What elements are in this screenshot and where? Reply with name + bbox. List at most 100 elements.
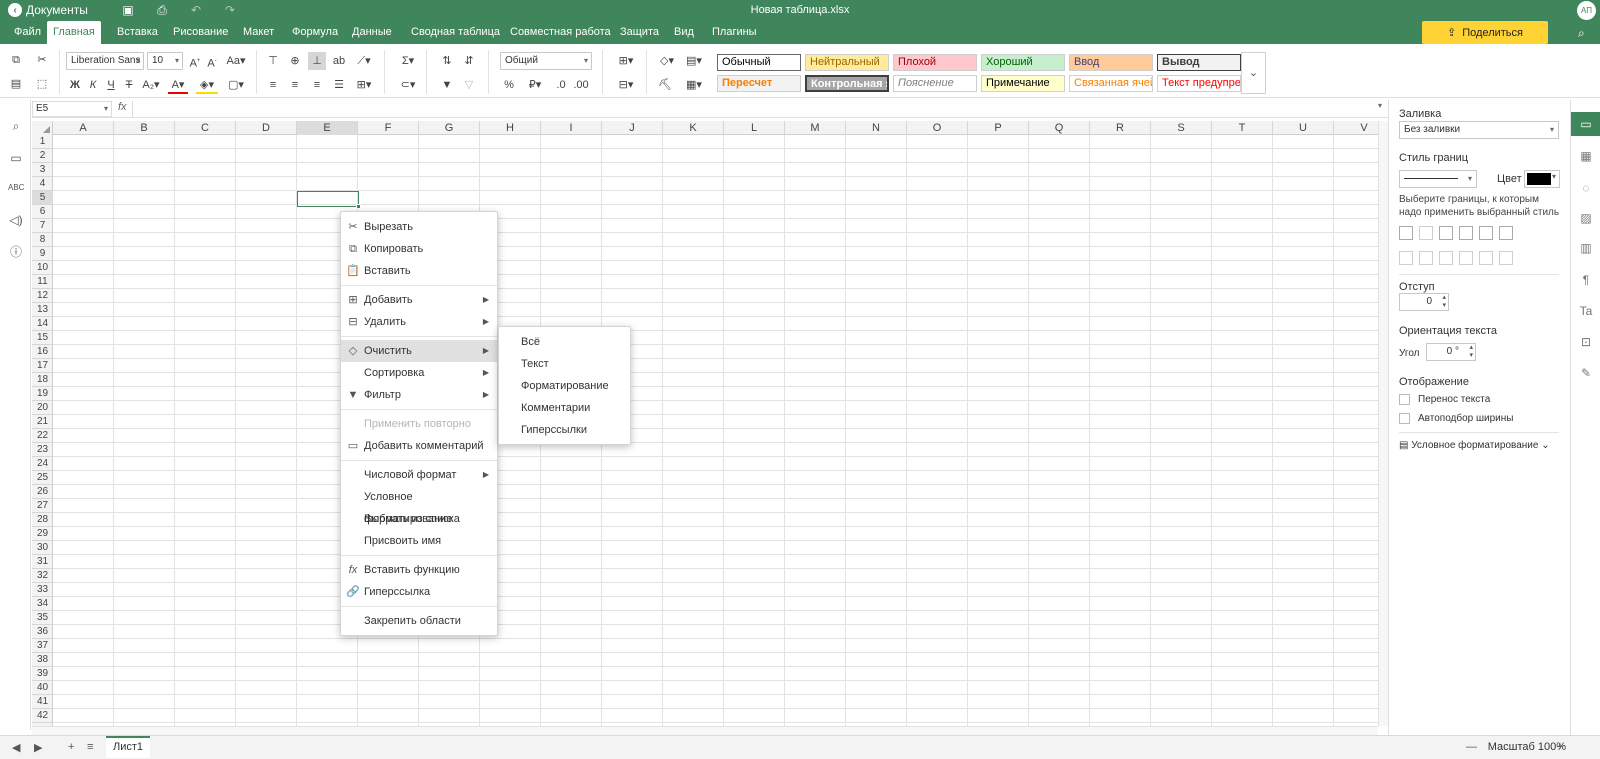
- search-icon[interactable]: ⌕: [8, 118, 24, 134]
- expand-formula-icon[interactable]: ▾: [1378, 101, 1382, 110]
- delete-cells-icon[interactable]: ⊟▾: [614, 76, 638, 94]
- row-header[interactable]: 2: [32, 149, 53, 163]
- row-header[interactable]: 21: [32, 415, 53, 429]
- row-header[interactable]: 24: [32, 457, 53, 471]
- chart-settings-icon[interactable]: ▥: [1578, 240, 1594, 256]
- column-header[interactable]: J: [602, 121, 663, 135]
- tab-6[interactable]: Данные: [346, 21, 398, 44]
- tab-3[interactable]: Рисование: [167, 21, 234, 44]
- autofit-checkbox[interactable]: [1399, 413, 1410, 424]
- context-menu-item[interactable]: Выбрать из списка: [341, 508, 497, 530]
- row-header[interactable]: 36: [32, 625, 53, 639]
- row-header[interactable]: 22: [32, 429, 53, 443]
- column-header[interactable]: H: [480, 121, 541, 135]
- next-sheet-icon[interactable]: ▶: [34, 741, 42, 754]
- context-menu-item[interactable]: ◇ Очистить ▶: [341, 340, 497, 362]
- select-all-corner[interactable]: [32, 121, 53, 135]
- tab-2[interactable]: Вставка: [111, 21, 164, 44]
- cell-style-2[interactable]: Плохой: [893, 54, 977, 71]
- submenu-item[interactable]: Комментарии: [499, 397, 630, 419]
- bold-button[interactable]: Ж: [66, 76, 84, 94]
- row-header[interactable]: 38: [32, 653, 53, 667]
- sort-descending-icon[interactable]: ⇵: [460, 52, 478, 70]
- tab-4[interactable]: Макет: [237, 21, 280, 44]
- cell-style-10[interactable]: Связанная ячей: [1069, 75, 1153, 92]
- row-header[interactable]: 4: [32, 177, 53, 191]
- row-header[interactable]: 30: [32, 541, 53, 555]
- column-header[interactable]: F: [358, 121, 419, 135]
- insert-function-icon[interactable]: fx: [118, 101, 127, 113]
- context-menu-item[interactable]: ⊟ Удалить ▶: [341, 311, 497, 333]
- column-header[interactable]: V: [1334, 121, 1380, 135]
- context-menu-item[interactable]: ✂ Вырезать: [341, 216, 497, 238]
- context-menu-item[interactable]: fx Вставить функцию: [341, 559, 497, 581]
- column-header[interactable]: K: [663, 121, 724, 135]
- row-header[interactable]: 9: [32, 247, 53, 261]
- feedback-icon[interactable]: ◁): [8, 212, 24, 228]
- increase-decimal-icon[interactable]: .00: [572, 76, 590, 94]
- context-menu-item[interactable]: 🔗 Гиперссылка: [341, 581, 497, 603]
- row-header[interactable]: 27: [32, 499, 53, 513]
- sort-ascending-icon[interactable]: ⇅: [438, 52, 456, 70]
- clear-icon[interactable]: ◇▾: [656, 52, 678, 70]
- align-right-icon[interactable]: ≡: [308, 76, 326, 94]
- context-menu-item[interactable]: ⧉ Копировать: [341, 238, 497, 260]
- avatar[interactable]: АП: [1577, 1, 1596, 20]
- wrap-text-checkbox[interactable]: [1399, 394, 1410, 405]
- column-header[interactable]: O: [907, 121, 968, 135]
- tab-7[interactable]: Сводная таблица: [405, 21, 506, 44]
- row-header[interactable]: 17: [32, 359, 53, 373]
- named-range-icon[interactable]: ⊂▾: [396, 76, 420, 94]
- redo-icon[interactable]: ↷: [222, 3, 238, 17]
- name-box[interactable]: E5 ▾: [32, 101, 112, 117]
- conditional-format-icon[interactable]: ▤▾: [682, 52, 706, 70]
- conditional-format-button[interactable]: ▤ Условное форматирование ⌄: [1399, 440, 1550, 451]
- submenu-item[interactable]: Текст: [499, 353, 630, 375]
- diagonal-down-icon[interactable]: [1499, 226, 1513, 240]
- text-art-icon[interactable]: Ta: [1578, 303, 1594, 319]
- shape-settings-icon[interactable]: ◌: [1578, 180, 1594, 196]
- fill-select[interactable]: Без заливки ▾: [1399, 121, 1559, 139]
- column-header[interactable]: L: [724, 121, 785, 135]
- merge-cells-icon[interactable]: ⊞▾: [352, 76, 376, 94]
- add-sheet-icon[interactable]: +: [68, 741, 74, 753]
- fill-color-icon[interactable]: ◈▾: [196, 76, 218, 94]
- row-header[interactable]: 8: [32, 233, 53, 247]
- row-header[interactable]: 37: [32, 639, 53, 653]
- context-menu-item[interactable]: ▭ Добавить комментарий: [341, 435, 497, 457]
- align-left-icon[interactable]: ≡: [264, 76, 282, 94]
- column-header[interactable]: D: [236, 121, 297, 135]
- row-header[interactable]: 6: [32, 205, 53, 219]
- context-menu-item[interactable]: Закрепить области: [341, 610, 497, 632]
- save-icon[interactable]: ▣: [120, 3, 136, 17]
- tab-1[interactable]: Главная: [47, 21, 101, 44]
- column-header[interactable]: G: [419, 121, 480, 135]
- row-header[interactable]: 28: [32, 513, 53, 527]
- info-icon[interactable]: ⓘ: [8, 244, 24, 260]
- cell-style-1[interactable]: Нейтральный: [805, 54, 889, 71]
- sheet-list-icon[interactable]: ≡: [87, 741, 93, 753]
- table-settings-icon[interactable]: ▦: [1578, 148, 1594, 164]
- cell-style-3[interactable]: Хороший: [981, 54, 1065, 71]
- cell-style-6[interactable]: Пересчет: [717, 75, 801, 92]
- diagonal-up-icon[interactable]: [1479, 226, 1493, 240]
- cut-icon[interactable]: ✂: [33, 51, 51, 69]
- signature-settings-icon[interactable]: ✎: [1578, 365, 1594, 381]
- horizontal-scrollbar[interactable]: [32, 726, 1378, 735]
- cell-style-7[interactable]: Контрольная я: [805, 75, 889, 92]
- row-header[interactable]: 5: [32, 191, 53, 205]
- decrease-font-icon[interactable]: A-: [203, 52, 221, 70]
- cell-settings-icon[interactable]: ▭: [1571, 112, 1600, 136]
- context-menu-item[interactable]: Присвоить имя: [341, 530, 497, 552]
- align-bottom-icon[interactable]: ⊥: [308, 52, 326, 70]
- row-header[interactable]: 10: [32, 261, 53, 275]
- increase-font-icon[interactable]: A+: [186, 52, 204, 70]
- copy-icon[interactable]: ⧉: [7, 51, 25, 69]
- percent-icon[interactable]: %: [500, 76, 518, 94]
- context-menu-item[interactable]: ⊞ Добавить ▶: [341, 289, 497, 311]
- text-orientation-icon[interactable]: ⟋▾: [352, 52, 376, 70]
- tab-5[interactable]: Формула: [286, 21, 344, 44]
- row-header[interactable]: 31: [32, 555, 53, 569]
- row-header[interactable]: 20: [32, 401, 53, 415]
- row-header[interactable]: 40: [32, 681, 53, 695]
